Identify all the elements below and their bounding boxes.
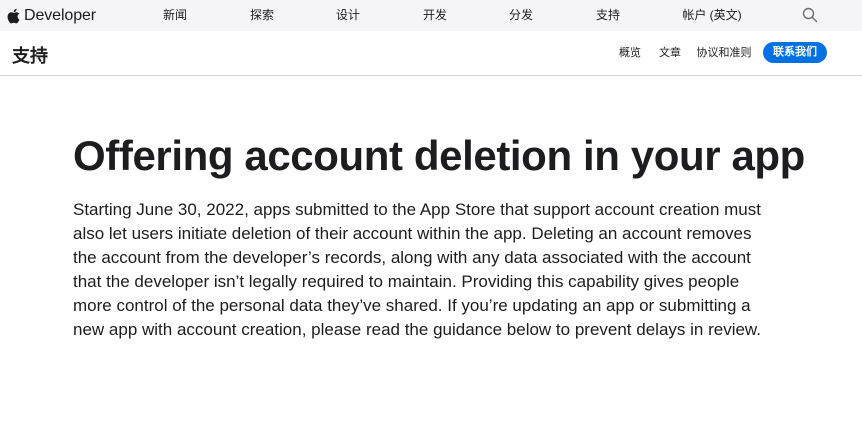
- local-nav-links: 概览 文章 协议和准则: [0, 31, 862, 75]
- local-link-overview[interactable]: 概览: [619, 31, 641, 75]
- local-link-articles[interactable]: 文章: [659, 31, 681, 75]
- article-intro: Starting June 30, 2022, apps submitted t…: [73, 200, 761, 339]
- global-nav: Developer 新闻 探索 设计 开发 分发 支持 帐户 (英文): [0, 0, 862, 31]
- article: Offering account deletion in your app St…: [0, 76, 862, 342]
- gnav-item-develop[interactable]: 开发: [423, 0, 447, 31]
- article-title: Offering account deletion in your app: [73, 132, 805, 179]
- local-nav: 支持 概览 文章 协议和准则 联系我们: [0, 31, 862, 76]
- global-nav-items: 新闻 探索 设计 开发 分发 支持 帐户 (英文): [0, 0, 862, 31]
- search-icon[interactable]: [802, 7, 818, 23]
- local-link-agreements[interactable]: 协议和准则: [697, 31, 752, 75]
- contact-us-button[interactable]: 联系我们: [763, 42, 827, 63]
- gnav-item-account[interactable]: 帐户 (英文): [682, 0, 741, 31]
- gnav-item-distribute[interactable]: 分发: [509, 0, 533, 31]
- gnav-item-discover[interactable]: 探索: [250, 0, 274, 31]
- gnav-item-news[interactable]: 新闻: [163, 0, 187, 31]
- gnav-item-support[interactable]: 支持: [596, 0, 620, 31]
- gnav-item-design[interactable]: 设计: [336, 0, 360, 31]
